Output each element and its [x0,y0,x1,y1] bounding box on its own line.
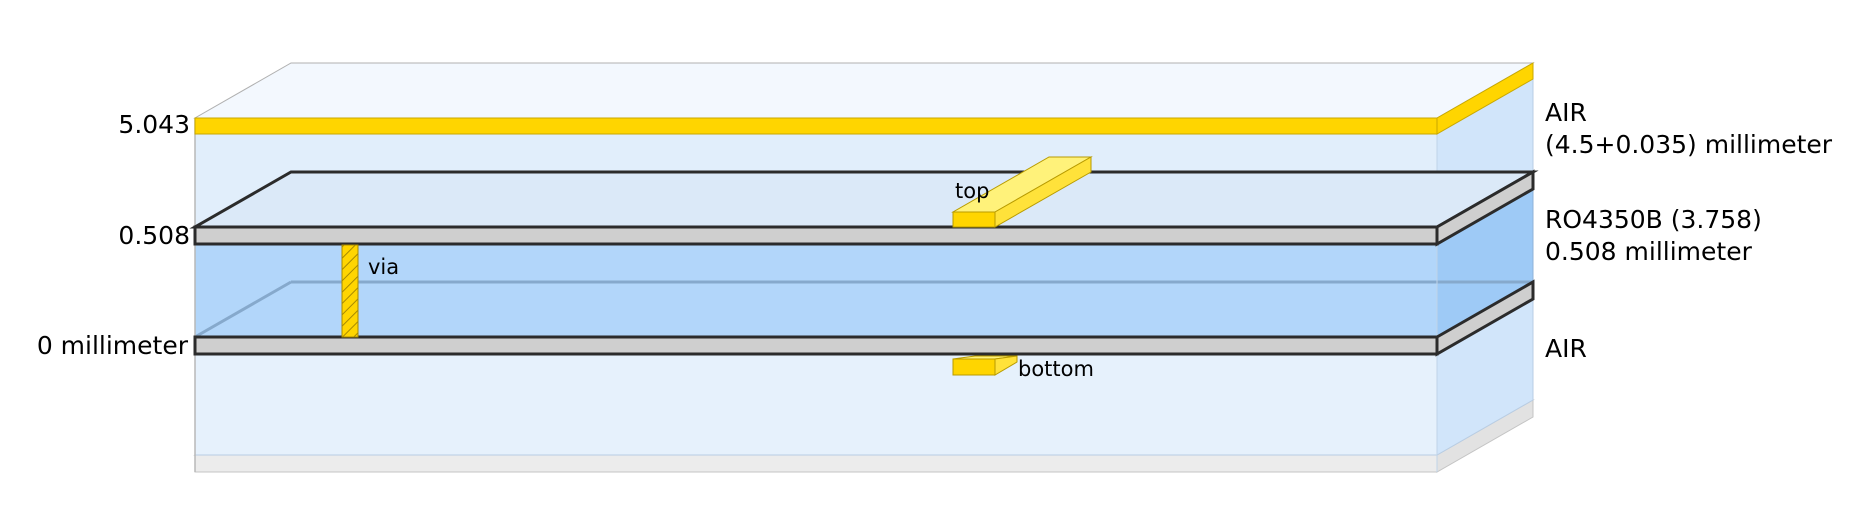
substrate-name-label: RO4350B (3.758) [1545,205,1762,234]
height-label-substrate-bottom: 0 millimeter [37,331,189,360]
substrate-top-plate [189,169,1539,247]
height-label-top-plane: 5.043 [118,110,190,139]
height-label-substrate-top: 0.508 [118,221,190,250]
pcb-stackup-diagram: 5.043 0.508 0 millimeter AIR (4.5+0.035)… [37,62,1833,473]
top-trace-label: top [955,179,989,203]
bottom-trace-label: bottom [1018,357,1094,381]
air-bottom-name-label: AIR [1545,334,1587,363]
air-top-name-label: AIR [1545,98,1587,127]
substrate-thickness-label: 0.508 millimeter [1545,237,1753,266]
via-label: via [368,255,399,279]
via-column [341,244,359,338]
air-top-thickness-label: (4.5+0.035) millimeter [1545,130,1833,159]
